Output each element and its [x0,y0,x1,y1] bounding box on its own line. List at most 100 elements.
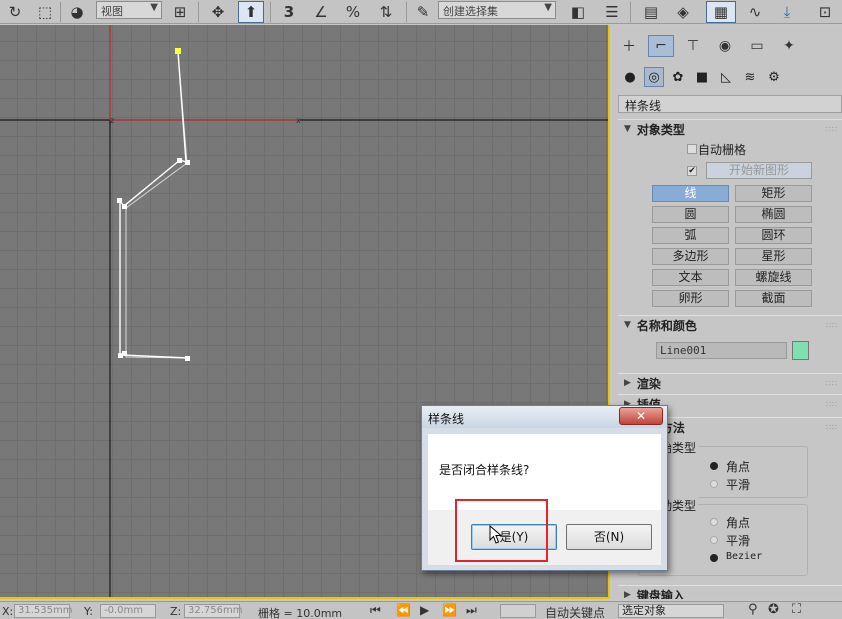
lights-icon[interactable]: ✿ [668,67,688,87]
hierarchy-tab-icon[interactable]: ⊤ [680,35,706,57]
collapse-icon: ▼ [624,124,631,134]
undo-icon[interactable]: ↻ [4,1,26,23]
initial-corner-radio[interactable] [710,462,718,470]
shape-button-rectangle[interactable]: 矩形 [735,185,812,202]
key-mode-icon[interactable] [500,604,536,618]
auto-grid-label: 自动栅格 [698,143,747,157]
x-coord-label: X: [2,605,14,618]
object-name-input[interactable]: Line001 [656,342,787,359]
percent-snap-icon[interactable]: % [340,1,366,23]
modify-tab-icon[interactable]: ⌐ [648,35,674,57]
initial-corner-label: 角点 [726,460,751,474]
select-region-icon[interactable]: ⬚ [34,1,56,23]
spinner-snap-icon[interactable]: ⇅ [372,1,400,23]
snap-toggle-icon[interactable]: ◕ [66,1,88,23]
select-manipulate-icon[interactable]: ⬆ [238,1,264,23]
scene-explorer-icon[interactable]: ▤ [638,1,664,23]
angle-snap-icon[interactable]: ∠ [308,1,334,23]
shapes-icon[interactable]: ◎ [644,67,664,87]
object-type-header[interactable]: ▼ 对象类型 [618,120,842,138]
spline-first-vertex [175,48,181,54]
drag-corner-label: 角点 [726,516,751,530]
drag-handle[interactable]: ∷∷ [826,125,838,134]
dialog-message: 是否闭合样条线? [439,463,530,477]
z-coord-label: Z: [170,605,182,618]
drag-corner-radio[interactable] [710,518,718,526]
command-panel-tabs: ＋ ⌐ ⊤ ◉ ▭ ✦ [612,29,842,59]
object-type-title: 对象类型 [636,122,685,137]
align-icon[interactable]: ☰ [600,1,624,23]
keyboard-entry-header[interactable]: ▶ 键盘输入 [618,586,842,600]
systems-icon[interactable]: ⚙ [764,67,784,87]
y-coord-field[interactable]: -0.0mm [100,604,156,618]
selected-object-label: 选定对象 [622,604,666,617]
curve-editor-icon[interactable]: ∿ [742,1,768,23]
play-icon[interactable]: ▶ [420,603,429,617]
shape-button-donut[interactable]: 圆环 [735,227,812,244]
initial-smooth-radio[interactable] [710,480,718,488]
start-new-shape-checkbox[interactable]: ✔ [687,166,697,176]
schematic-icon[interactable]: ⤓ [774,1,800,23]
helpers-icon[interactable]: ◺ [716,67,736,87]
shape-button-star[interactable]: 星形 [735,248,812,265]
shape-button-helix[interactable]: 螺旋线 [735,269,812,286]
ribbon-icon[interactable]: ▦ [706,1,736,23]
drag-smooth-radio[interactable] [710,536,718,544]
start-new-shape-button[interactable]: 开始新图形 [706,162,812,179]
go-to-start-icon[interactable]: ⏮ [370,603,381,618]
go-to-end-icon[interactable]: ⏭ [466,603,477,618]
close-icon[interactable]: ✕ [619,407,663,425]
shape-button-text[interactable]: 文本 [652,269,729,286]
shape-button-egg[interactable]: 卵形 [652,290,729,307]
main-toolbar: ↻ ⬚ ◕ 视图 ▼ ⊞ ✥ ⬆ 3 ∠ % ⇅ ✎ 创建选择集 ▼ ◧ ☰ ▤ ◈… [0,0,842,24]
key-filter-dropdown[interactable]: 选定对象 [618,604,724,618]
create-tab-icon[interactable]: ＋ [616,35,642,57]
next-frame-icon[interactable]: ⏩ [442,603,457,617]
space-warps-icon[interactable]: ≋ [740,67,760,87]
shape-category-dropdown[interactable]: 样条线 [618,95,842,113]
drag-bezier-radio[interactable] [710,554,718,562]
maximize-viewport-icon[interactable]: ⛶ [792,602,801,617]
view-coordinate-dropdown[interactable]: 视图 ▼ [96,1,162,19]
pivot-icon[interactable]: ⊞ [168,1,192,23]
shape-button-ngon[interactable]: 多边形 [652,248,729,265]
name-color-title: 名称和颜色 [636,318,697,333]
object-color-swatch[interactable] [792,341,809,360]
geometry-icon[interactable]: ● [620,67,640,87]
mirror-icon[interactable]: ◧ [566,1,590,23]
display-tab-icon[interactable]: ▭ [744,35,770,57]
no-button[interactable]: 否(N) [566,524,652,550]
shape-button-circle[interactable]: 圆 [652,206,729,223]
auto-grid-checkbox[interactable] [687,144,697,154]
shape-button-section[interactable]: 截面 [735,290,812,307]
orbit-icon[interactable]: ✪ [768,602,779,617]
motion-tab-icon[interactable]: ◉ [712,35,738,57]
drag-handle[interactable]: ∷∷ [826,321,838,330]
drag-handle[interactable]: ∷∷ [826,379,838,388]
drag-handle[interactable]: ∷∷ [826,400,838,409]
snap-3d-icon[interactable]: 3 [276,1,302,23]
rendering-rollout: ▶ 渲染 ∷∷ [618,373,842,393]
x-coord-field[interactable]: 31.535mm [14,604,72,618]
utilities-tab-icon[interactable]: ✦ [776,35,802,57]
shape-button-arc[interactable]: 弧 [652,227,729,244]
render-setup-icon[interactable]: ⊡ [812,1,838,23]
rendering-header[interactable]: ▶ 渲染 [618,374,842,392]
previous-frame-icon[interactable]: ⏪ [396,603,411,617]
z-coord-field[interactable]: 32.756mm [184,604,242,618]
z-axis-label: z [110,116,114,125]
status-bar: X: 31.535mm Y: -0.0mm Z: 32.756mm 栅格 = 1… [0,601,842,619]
move-icon[interactable]: ✥ [206,1,230,23]
spline-vertex [122,204,127,209]
name-color-header[interactable]: ▼ 名称和颜色 [618,316,842,334]
named-selection-dropdown[interactable]: 创建选择集 ▼ [438,1,556,19]
cameras-icon[interactable]: ■ [692,67,712,87]
layer-icon[interactable]: ◈ [670,1,696,23]
auto-key-button[interactable]: 自动关键点 [545,604,605,619]
shape-button-ellipse[interactable]: 椭圆 [735,206,812,223]
collapse-icon: ▼ [624,320,631,330]
drag-handle[interactable]: ∷∷ [826,423,838,432]
shape-button-line[interactable]: 线 [652,185,729,202]
edit-selection-set-icon[interactable]: ✎ [412,1,434,23]
zoom-icon[interactable]: ⚲ [748,602,758,617]
